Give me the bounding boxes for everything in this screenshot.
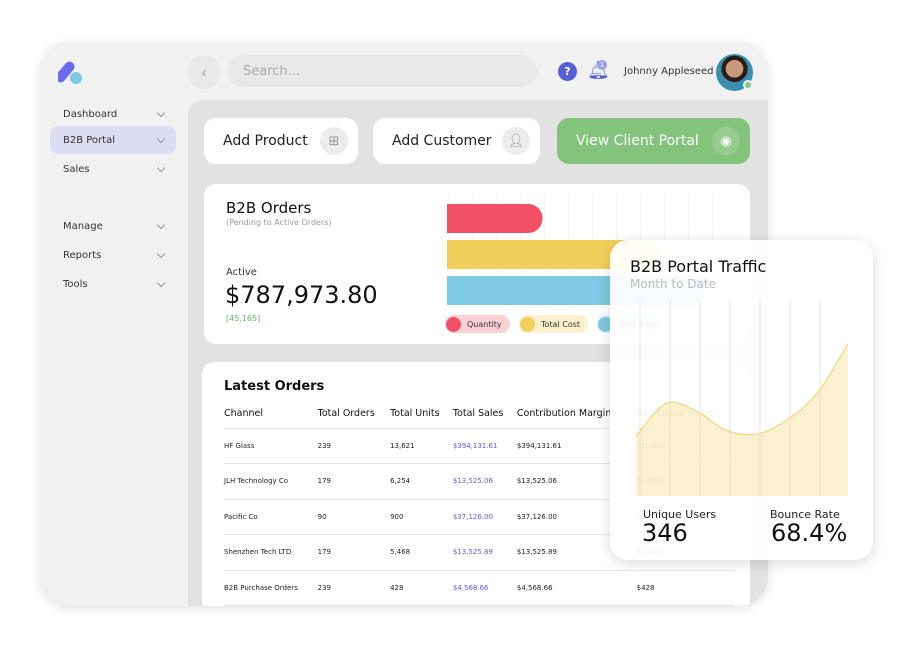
chevron-down-icon xyxy=(156,278,166,287)
card-subtitle: (Pending to Active Orders) xyxy=(226,218,332,227)
table-cell: 239 xyxy=(317,428,391,464)
chevron-down-icon xyxy=(156,108,166,117)
view-client-portal-button[interactable]: View Client Portal ◉ xyxy=(557,118,750,164)
logo xyxy=(58,61,82,84)
unique-users-value: 346 xyxy=(642,519,688,547)
legend-label: Quantity xyxy=(467,319,502,329)
table-row[interactable]: B2B Purchase Orders 239 428 $4,568.66 $4,568… xyxy=(224,570,734,606)
table-cell: JLH Technology Co xyxy=(224,463,318,500)
latest-orders-title: Latest Orders xyxy=(224,379,325,394)
sidebar-item-label: Sales xyxy=(63,163,90,175)
back-button[interactable]: ‹ xyxy=(187,55,221,89)
traffic-subtitle: Month to Date xyxy=(630,277,716,291)
area-fill xyxy=(636,343,848,496)
table-cell: 179 xyxy=(317,534,391,571)
table-cell: $4,568.66 xyxy=(516,570,637,606)
table-cell[interactable]: $37,126.00 xyxy=(452,499,517,535)
chevron-down-icon xyxy=(156,163,166,172)
button-label: Add Product xyxy=(223,133,308,149)
active-amount: $787,973.80 xyxy=(225,281,378,309)
table-cell: Shenzhen Tech LTD xyxy=(224,534,318,571)
chevron-down-icon xyxy=(156,249,166,258)
sidebar-item-label: Tools xyxy=(63,278,88,290)
button-label: View Client Portal xyxy=(576,133,699,149)
legend-dot xyxy=(446,316,461,332)
bounce-rate-value: 68.4% xyxy=(771,519,848,547)
legend-dot xyxy=(520,316,535,332)
sidebar-item-label: B2B Portal xyxy=(63,134,115,146)
card-title: B2B Orders xyxy=(226,199,312,217)
help-icon[interactable]: ? xyxy=(558,62,577,81)
table-cell[interactable]: $4,568.66 xyxy=(452,570,517,606)
table-cell: 179 xyxy=(317,463,391,500)
table-cell[interactable]: $394,131.61 xyxy=(452,428,517,464)
notification-badge: 1 xyxy=(597,60,607,70)
sidebar-item-label: Dashboard xyxy=(63,108,118,120)
sidebar-item-reports[interactable]: Reports xyxy=(50,241,176,269)
column-header: Total Sales xyxy=(452,400,517,429)
portal-traffic-card: B2B Portal Traffic Month to Date Unique … xyxy=(610,240,873,560)
user-plus-icon: 👤︎ xyxy=(502,127,530,155)
legend-item: Quantity xyxy=(445,315,510,333)
active-count: [45,165] xyxy=(226,314,261,323)
sidebar-item-manage[interactable]: Manage xyxy=(50,212,176,240)
legend-item: Total Cost xyxy=(519,315,589,333)
table-cell: HF Glass xyxy=(224,428,318,464)
active-label: Active xyxy=(226,267,257,278)
table-cell[interactable]: $13,525.89 xyxy=(452,534,517,571)
traffic-area-chart xyxy=(636,300,848,496)
sidebar-item-label: Reports xyxy=(63,249,102,261)
table-cell: 5,468 xyxy=(390,534,453,571)
column-header: Total Orders xyxy=(317,400,391,429)
table-cell: 900 xyxy=(390,499,453,535)
file-plus-icon: ⊞ xyxy=(320,127,348,155)
column-header: Total Units xyxy=(390,400,453,429)
table-cell: 13,621 xyxy=(390,428,453,464)
column-header: Channel xyxy=(224,400,318,429)
table-cell: 90 xyxy=(317,499,391,535)
table-cell: $428 xyxy=(636,570,734,606)
eye-icon: ◉ xyxy=(712,127,740,155)
table-cell: Pacific Co xyxy=(224,499,318,535)
button-label: Add Customer xyxy=(392,133,492,149)
table-cell[interactable]: $13,525.06 xyxy=(452,463,517,500)
add-customer-button[interactable]: Add Customer 👤︎ xyxy=(373,118,540,164)
chevron-down-icon xyxy=(156,220,166,229)
chevron-down-icon xyxy=(156,134,166,143)
online-status-icon xyxy=(743,80,753,90)
table-cell: 6,254 xyxy=(390,463,453,500)
sidebar-item-tools[interactable]: Tools xyxy=(50,270,176,298)
table-cell: B2B Purchase Orders xyxy=(224,570,318,606)
sidebar-item-label: Manage xyxy=(63,220,103,232)
add-product-button[interactable]: Add Product ⊞ xyxy=(204,118,358,164)
sidebar-item-dashboard[interactable]: Dashboard xyxy=(50,100,176,128)
legend-label: Total Cost xyxy=(541,319,581,329)
search-input[interactable] xyxy=(227,55,537,87)
bar-quantity xyxy=(447,204,543,233)
user-name[interactable]: Johnny Appleseed xyxy=(624,66,714,77)
traffic-title: B2B Portal Traffic xyxy=(630,257,767,276)
sidebar-item-sales[interactable]: Sales xyxy=(50,155,176,183)
table-cell: 428 xyxy=(390,570,453,606)
sidebar-item-b2b-portal[interactable]: B2B Portal xyxy=(50,126,176,154)
table-cell: 239 xyxy=(317,570,391,606)
